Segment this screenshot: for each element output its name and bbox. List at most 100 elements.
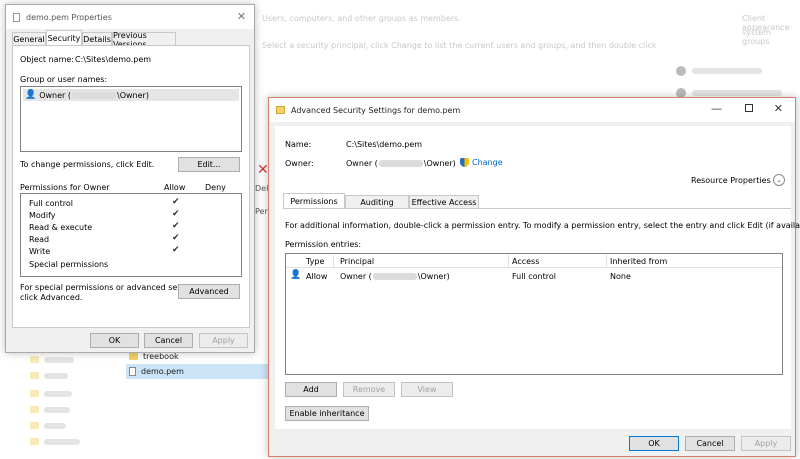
background-blur [44,391,72,397]
resource-properties-label: Resource Properties [691,176,771,185]
view-button[interactable]: View [401,382,453,397]
name-label: Name: [285,140,312,149]
close-icon[interactable]: ✕ [774,102,783,115]
add-button-label: Add [303,385,319,394]
cancel-button[interactable]: Cancel [144,333,193,348]
folder-icon [30,438,39,445]
add-button[interactable]: Add [285,382,337,397]
remove-button[interactable]: Remove [343,382,395,397]
check-icon: ✔ [172,209,180,219]
tab-label: Security [47,34,81,43]
ok-button-label: OK [108,336,121,345]
edit-button[interactable]: Edit... [178,157,240,172]
check-icon: ✔ [172,221,180,231]
tab-effective-access[interactable]: Effective Access [409,195,479,208]
change-owner-link[interactable]: Change [460,158,503,167]
background-header-text-2: Select a security principal, click Chang… [262,41,657,50]
maximize-icon[interactable] [745,104,753,112]
file-icon [13,12,20,22]
advanced-titlebar: Advanced Security Settings for demo.pem … [269,98,795,122]
permissions-for-label: Permissions for Owner [20,183,110,192]
table-row[interactable]: 👤 Allow Owner (\Owner) Full control None [286,269,782,283]
tab-label: Auditing [360,197,394,207]
background-blur [44,439,80,445]
ok-button[interactable]: OK [90,333,139,348]
check-icon: ✔ [172,245,180,255]
tab-auditing[interactable]: Auditing [345,195,409,208]
permission-modify: Modify [29,211,56,220]
special-permissions-text-2: click Advanced. [20,293,83,302]
folder-icon [276,106,285,114]
group-names-label: Group or user names: [20,75,108,84]
permission-entries-label: Permission entries: [285,240,362,249]
apply-button-label: Apply [754,439,778,448]
change-link-label: Change [472,158,503,167]
advanced-security-dialog: Advanced Security Settings for demo.pem … [268,97,800,457]
list-item[interactable]: 👤 Owner ( \Owner) [23,89,239,101]
apply-button-label: Apply [212,336,235,345]
permission-entries-table[interactable]: Type Principal Access Inherited from 👤 A… [285,253,783,375]
cancel-button-label: Cancel [154,336,183,345]
folder-icon [30,372,39,379]
redacted-text [372,273,417,280]
owner-value: Owner ( \Owner) [346,159,456,168]
background-header-text: Users, computers, and other groups as me… [262,14,461,23]
background-blur [44,407,70,413]
owner-label: Owner: [285,159,314,168]
file-item-label: demo.pem [141,367,184,376]
advanced-content: Name: C:\Sites\demo.pem Owner: Owner ( \O… [275,126,800,429]
redacted-text [72,91,117,99]
close-icon[interactable]: ✕ [237,10,246,23]
file-item-demo-pem[interactable]: demo.pem [126,364,286,379]
tab-permissions[interactable]: Permissions [283,193,345,208]
advanced-button-label: Advanced [189,287,229,296]
folder-icon [30,406,39,413]
owner-prefix: Owner ( [346,159,378,168]
background-radio-icon [676,66,686,76]
background-blur [44,423,66,429]
background-right-text-2: system groups [742,28,771,46]
info-text: For additional information, double-click… [285,221,800,230]
permission-read-execute: Read & execute [29,223,93,232]
tab-details[interactable]: Details [82,32,112,46]
properties-title: demo.pem Properties [26,12,112,22]
tab-label: Details [83,35,111,44]
user-icon: 👤 [25,90,37,100]
apply-button[interactable]: Apply [741,436,791,451]
advanced-button[interactable]: Advanced [178,284,240,299]
permission-special: Special permissions [29,260,109,269]
group-names-list[interactable]: 👤 Owner ( \Owner) [20,86,242,152]
cancel-button[interactable]: Cancel [685,436,735,451]
chevron-down-icon[interactable]: ⌄ [773,174,785,186]
name-value: C:\Sites\demo.pem [346,140,423,149]
properties-dialog: demo.pem Properties ✕ General Security D… [5,4,255,353]
allow-header: Allow [164,183,186,192]
tab-general[interactable]: General [12,32,46,46]
enable-inheritance-button[interactable]: Enable inheritance [285,406,369,421]
column-inherited-from[interactable]: Inherited from [610,257,667,266]
minimize-icon[interactable]: — [711,102,722,115]
view-button-label: View [417,385,437,394]
edit-button-label: Edit... [197,160,221,169]
owner-suffix: \Owner) [423,159,456,168]
tab-previous-versions[interactable]: Previous Versions [112,31,176,49]
column-divider [508,255,509,267]
background-blur [692,90,782,96]
row-inherited-from: None [610,272,631,281]
table-header: Type Principal Access Inherited from [286,254,782,268]
column-access[interactable]: Access [512,257,539,266]
tab-security[interactable]: Security [46,30,82,46]
apply-button[interactable]: Apply [199,333,248,348]
column-divider [333,255,334,267]
cancel-button-label: Cancel [696,439,724,448]
deny-header: Deny [205,183,226,192]
enable-inheritance-label: Enable inheritance [289,409,365,418]
column-principal[interactable]: Principal [340,257,374,266]
ok-button[interactable]: OK [629,436,679,451]
tab-label: Effective Access [411,197,477,207]
advanced-title: Advanced Security Settings for demo.pem [291,105,461,115]
permission-write: Write [29,247,51,256]
permissions-list[interactable]: Full control ✔ Modify ✔ Read & execute ✔… [20,193,242,277]
column-type[interactable]: Type [306,257,324,266]
file-item-label: treebook [143,352,179,361]
